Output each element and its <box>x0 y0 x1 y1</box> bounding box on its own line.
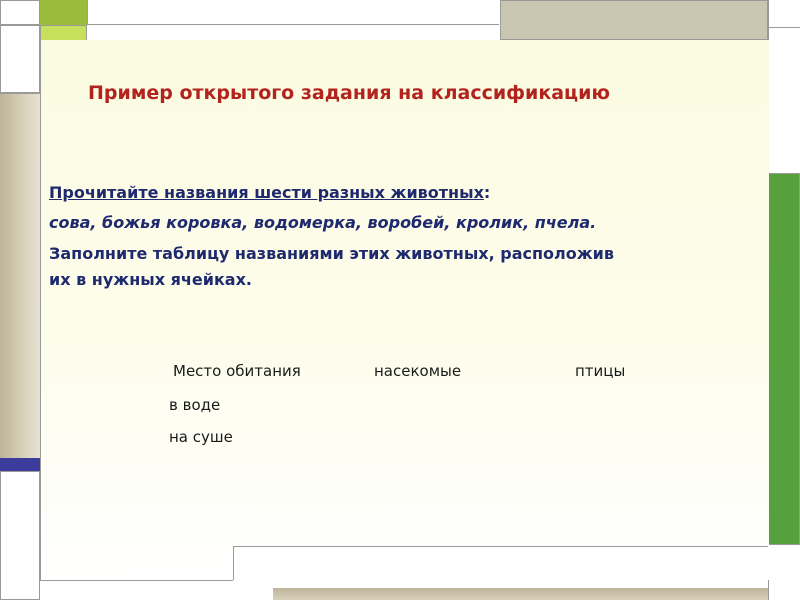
instruction-read-text: Прочитайте названия шести разных животны… <box>49 183 484 202</box>
frame-block-left-tan <box>0 93 40 458</box>
task-line-2: их в нужных ячейках. <box>49 270 252 289</box>
frame-block-right-green <box>768 173 800 545</box>
frame-block-top-gray <box>500 0 768 40</box>
slide-title: Пример открытого задания на классификаци… <box>88 82 610 104</box>
instruction-colon: : <box>483 183 491 202</box>
frame-block-top-white <box>87 0 499 25</box>
table-header-birds: птицы <box>575 362 626 380</box>
frame-block-bottom-left <box>40 580 233 600</box>
frame-block-left-navy <box>0 458 40 471</box>
table-row-label-land: на суше <box>169 428 233 446</box>
table-header-insects: насекомые <box>374 362 462 380</box>
instruction-read: Прочитайте названия шести разных животны… <box>49 183 490 202</box>
frame-block-top-right <box>768 0 800 28</box>
frame-block-left-white <box>0 25 40 93</box>
frame-block-right-white <box>768 28 800 173</box>
frame-block-bottom-tan <box>273 588 768 600</box>
table-row-label-water: в воде <box>169 396 221 414</box>
frame-block-right-bottom <box>768 545 800 600</box>
table-header-habitat: Место обитания <box>173 362 301 380</box>
frame-block-top-green <box>40 0 87 25</box>
frame-block-bottom-white <box>233 546 768 580</box>
animals-list: сова, божья коровка, водомерка, воробей,… <box>49 213 597 232</box>
slide-content-panel <box>40 40 769 580</box>
frame-block-top-left <box>0 0 40 25</box>
task-line-1: Заполните таблицу названиями этих животн… <box>49 244 615 263</box>
frame-block-left-bottom <box>0 471 40 600</box>
